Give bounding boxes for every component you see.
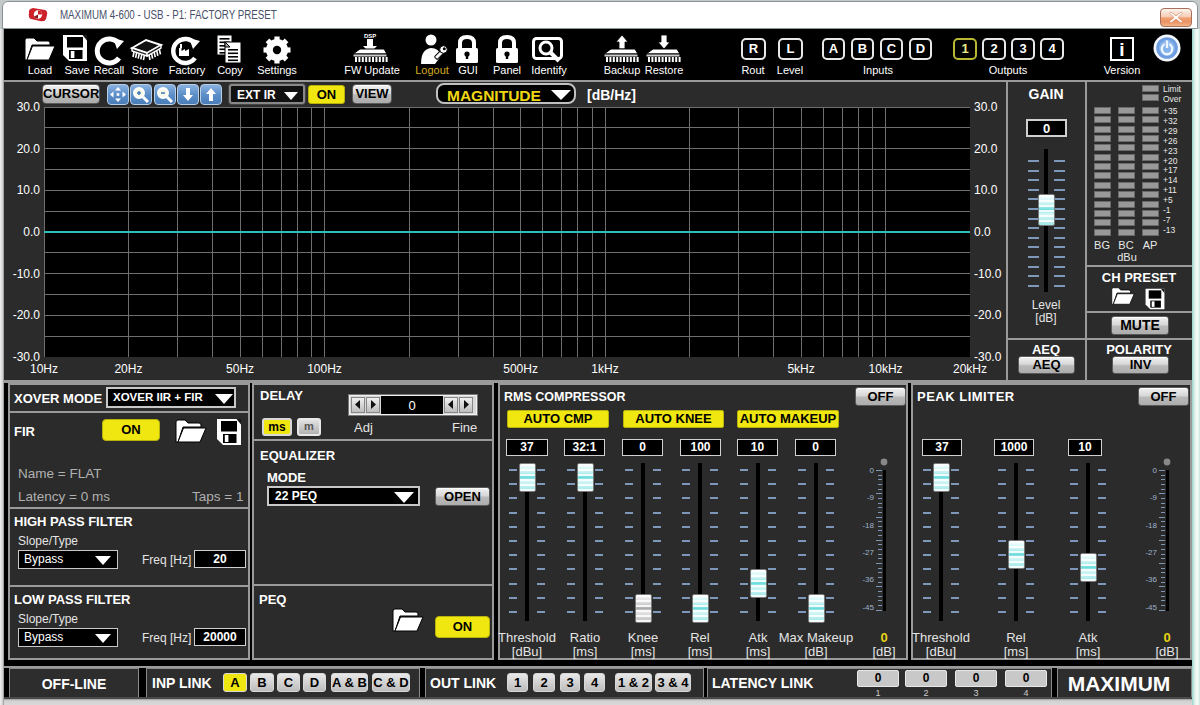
svg-text:DSP: DSP xyxy=(364,33,376,39)
